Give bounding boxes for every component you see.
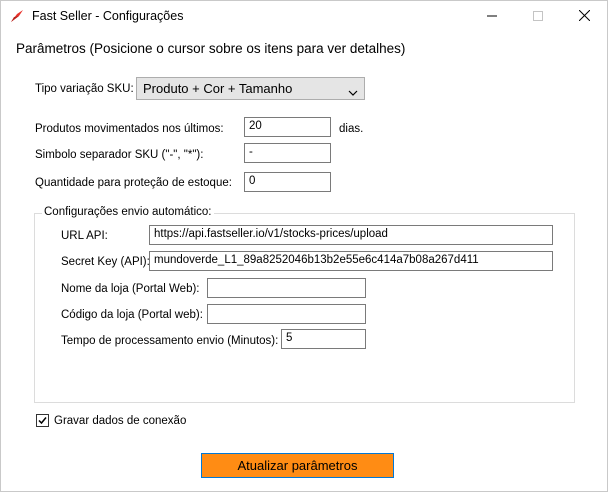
page-heading: Parâmetros (Posicione o cursor sobre os … <box>16 41 406 56</box>
save-connection-checkbox[interactable] <box>36 414 49 427</box>
store-code-label: Código da loja (Portal web): <box>61 309 203 321</box>
stock-protection-input[interactable]: 0 <box>244 172 331 192</box>
sku-variation-value: Produto + Cor + Tamanho <box>143 81 293 96</box>
title-bar[interactable]: Fast Seller - Configurações <box>1 1 607 32</box>
processing-time-input[interactable]: 5 <box>281 329 366 349</box>
moved-products-label: Produtos movimentados nos últimos: <box>35 123 224 135</box>
minimize-icon <box>487 8 497 26</box>
secret-key-input[interactable]: mundoverde_L1_89a8252046b13b2e55e6c414a7… <box>149 251 553 271</box>
window-title: Fast Seller - Configurações <box>32 9 184 23</box>
secret-key-label: Secret Key (API): <box>61 256 150 268</box>
store-name-input[interactable] <box>207 278 366 298</box>
store-name-label: Nome da loja (Portal Web): <box>61 283 200 295</box>
close-button[interactable] <box>561 1 607 32</box>
checkmark-icon <box>38 417 47 425</box>
save-connection-label[interactable]: Gravar dados de conexão <box>54 415 186 427</box>
days-suffix-label: dias. <box>339 123 364 135</box>
store-code-input[interactable] <box>207 304 366 324</box>
chevron-down-icon <box>348 84 358 96</box>
close-icon <box>578 8 590 26</box>
maximize-button <box>515 1 561 32</box>
sku-variation-label: Tipo variação SKU: <box>35 83 134 95</box>
processing-time-label: Tempo de processamento envio (Minutos): <box>61 335 279 347</box>
auto-send-legend: Configurações envio automático: <box>42 206 214 218</box>
fastseller-logo-icon <box>10 9 24 23</box>
update-parameters-button[interactable]: Atualizar parâmetros <box>201 453 394 478</box>
sku-variation-select[interactable]: Produto + Cor + Tamanho <box>136 77 365 100</box>
moved-products-days-input[interactable]: 20 <box>244 117 331 137</box>
settings-window: Fast Seller - Configurações Parâmetros (… <box>0 0 608 492</box>
url-api-input[interactable]: https://api.fastseller.io/v1/stocks-pric… <box>149 225 553 245</box>
maximize-icon <box>533 8 543 26</box>
sku-separator-label: Simbolo separador SKU ("-", "*"): <box>35 149 204 161</box>
sku-separator-input[interactable]: - <box>244 143 331 163</box>
stock-protection-label: Quantidade para proteção de estoque: <box>35 177 232 189</box>
minimize-button[interactable] <box>469 1 515 32</box>
url-api-label: URL API: <box>61 230 108 242</box>
